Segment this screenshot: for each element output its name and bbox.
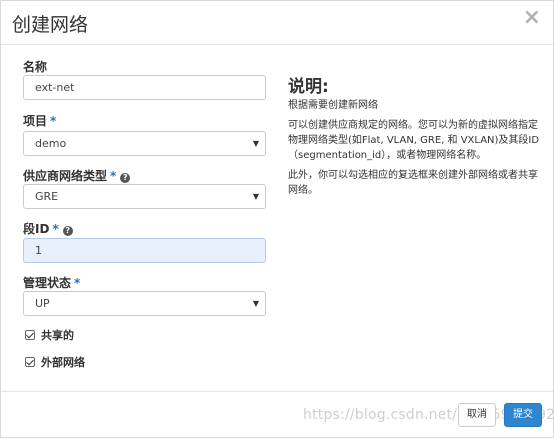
- name-input-value: ext-net: [35, 81, 75, 94]
- external-network-checkbox[interactable]: [25, 357, 35, 367]
- required-marker: *: [110, 169, 117, 183]
- description-title: 说明:: [288, 77, 329, 97]
- required-marker: *: [74, 276, 81, 290]
- cancel-button[interactable]: 取消: [458, 403, 496, 427]
- name-input[interactable]: ext-net: [23, 75, 266, 100]
- provider-type-select[interactable]: GRE ▼: [23, 184, 266, 209]
- chevron-down-icon: ▼: [252, 299, 259, 308]
- admin-state-select-value: UP: [35, 297, 50, 310]
- required-marker: *: [52, 222, 59, 236]
- admin-state-label: 管理状态 *: [23, 274, 80, 291]
- name-label-text: 名称: [23, 60, 48, 74]
- description-extra: 此外，你可以勾选相应的复选框来创建外部网络或者共享网络。: [288, 170, 538, 196]
- help-icon[interactable]: ?: [120, 173, 131, 183]
- project-label: 项目 *: [23, 112, 56, 129]
- provider-type-label: 供应商网络类型 *?: [23, 167, 131, 184]
- segment-id-label-text: 段ID: [23, 222, 50, 236]
- footer-divider: [1, 391, 553, 392]
- external-network-label: 外部网络: [41, 356, 85, 369]
- project-label-text: 项目: [23, 114, 48, 128]
- chevron-down-icon: ▼: [252, 139, 259, 148]
- shared-checkbox[interactable]: [25, 330, 35, 340]
- submit-button[interactable]: 提交: [504, 403, 542, 427]
- shared-label: 共享的: [41, 329, 74, 342]
- description-detail: 可以创建供应商规定的网络。您可以为新的虚拟网络指定物理网络类型(如Flat, V…: [288, 120, 540, 161]
- admin-state-label-text: 管理状态: [23, 276, 72, 290]
- segment-id-label: 段ID *?: [23, 220, 73, 237]
- provider-type-label-text: 供应商网络类型: [23, 169, 108, 183]
- close-icon[interactable]: ×: [523, 7, 541, 29]
- project-select[interactable]: demo ▼: [23, 131, 266, 156]
- project-select-value: demo: [35, 137, 67, 150]
- name-label: 名称: [23, 58, 47, 75]
- provider-type-select-value: GRE: [35, 190, 59, 203]
- modal-title: 创建网络: [12, 14, 89, 36]
- modal-header: 创建网络 ×: [1, 1, 553, 45]
- create-network-modal: 创建网络 × 名称 ext-net 项目 * demo ▼ 供应商网络类型 *? G…: [0, 0, 554, 438]
- chevron-down-icon: ▼: [252, 192, 259, 201]
- admin-state-select[interactable]: UP ▼: [23, 291, 266, 316]
- description-intro: 根据需要创建新网络: [288, 100, 378, 111]
- segment-id-input-value: 1: [35, 244, 42, 257]
- required-marker: *: [50, 114, 57, 128]
- help-icon[interactable]: ?: [62, 226, 73, 236]
- segment-id-input[interactable]: 1: [23, 238, 266, 263]
